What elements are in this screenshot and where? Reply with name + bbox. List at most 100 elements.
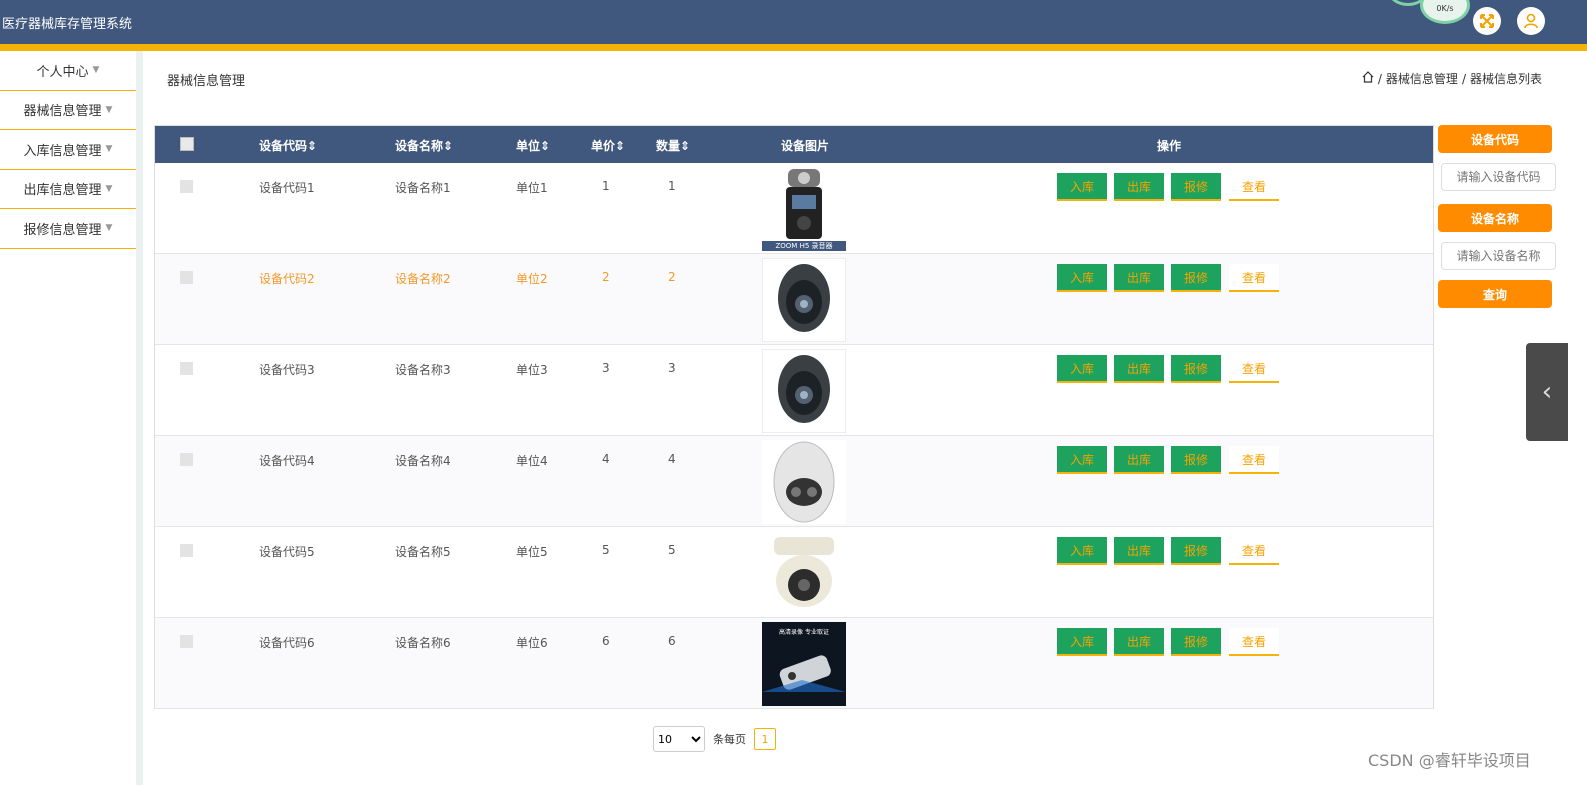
cell-qty: 2 (668, 270, 676, 284)
breadcrumb-separator: / (1377, 71, 1382, 86)
row-checkbox[interactable] (180, 635, 193, 648)
cell-name: 设备名称5 (395, 545, 451, 559)
cell-unit: 单位4 (516, 454, 548, 468)
home-icon[interactable] (1362, 71, 1374, 86)
thumb-caption: 高清录像 专业取证 (779, 628, 829, 636)
network-speed-text: 0K/s (1436, 4, 1454, 13)
sort-icon: ⇕ (615, 139, 626, 153)
cell-price: 3 (602, 361, 610, 375)
stock-out-button[interactable]: 出库 (1114, 446, 1164, 474)
sidebar-item-label: 报修信息管理 (23, 222, 102, 238)
table-body: 设备代码1 设备名称1 单位1 1 1 ZOOM H5 录音器 入库 出库 报修… (155, 163, 1433, 709)
sidebar-item-device-info[interactable]: 器械信息管理 ▼ (0, 91, 136, 130)
header-qty[interactable]: 数量⇕ (656, 137, 690, 154)
cell-name: 设备名称3 (395, 363, 451, 377)
cell-code: 设备代码3 (259, 363, 315, 377)
watermark: CSDN @睿轩毕设项目 (1368, 751, 1531, 770)
table-row: 设备代码2 设备名称2 单位2 2 2 入库 出库 报修 查看 (155, 254, 1433, 345)
sidebar-item-label: 个人中心 (36, 64, 89, 80)
view-button[interactable]: 查看 (1229, 173, 1279, 201)
header-actions: 操作 (1157, 139, 1182, 153)
cell-qty: 4 (668, 452, 676, 466)
cell-code: 设备代码2 (259, 272, 315, 286)
sidebar-item-label: 器械信息管理 (23, 104, 102, 120)
page-number[interactable]: 1 (754, 728, 776, 750)
repair-button[interactable]: 报修 (1171, 537, 1221, 565)
stock-in-button[interactable]: 入库 (1057, 355, 1107, 383)
name-search-input[interactable] (1441, 242, 1556, 270)
header-code[interactable]: 设备代码⇕ (259, 137, 317, 154)
select-all-checkbox[interactable] (180, 137, 194, 151)
stock-in-button[interactable]: 入库 (1057, 446, 1107, 474)
pagination: 10 条每页 1 (653, 726, 776, 752)
stock-out-button[interactable]: 出库 (1114, 628, 1164, 656)
cell-unit: 单位6 (516, 636, 548, 650)
view-button[interactable]: 查看 (1229, 628, 1279, 656)
breadcrumb-level2: 器械信息列表 (1469, 72, 1542, 86)
cell-price: 1 (602, 179, 610, 193)
breadcrumb: / 器械信息管理 / 器械信息列表 (1362, 70, 1542, 87)
stock-out-button[interactable]: 出库 (1114, 173, 1164, 201)
page-size-select[interactable]: 10 (653, 726, 705, 752)
app-title: 医疗器械库存管理系统 (2, 17, 133, 32)
view-button[interactable]: 查看 (1229, 264, 1279, 292)
sort-icon: ⇕ (443, 139, 454, 153)
cell-price: 5 (602, 543, 610, 557)
cell-qty: 1 (668, 179, 676, 193)
row-checkbox[interactable] (180, 453, 193, 466)
cell-code: 设备代码6 (259, 636, 315, 650)
stock-out-button[interactable]: 出库 (1114, 264, 1164, 292)
device-image (761, 348, 847, 434)
cell-qty: 3 (668, 361, 676, 375)
caret-down-icon: ▼ (105, 223, 113, 234)
header-unit[interactable]: 单位⇕ (516, 137, 550, 154)
cell-name: 设备名称6 (395, 636, 451, 650)
device-image: ZOOM H5 录音器 (762, 167, 846, 251)
table-row: 设备代码1 设备名称1 单位1 1 1 ZOOM H5 录音器 入库 出库 报修… (155, 163, 1433, 254)
row-checkbox[interactable] (180, 362, 193, 375)
repair-button[interactable]: 报修 (1171, 173, 1221, 201)
view-button[interactable]: 查看 (1229, 446, 1279, 474)
cell-price: 6 (602, 634, 610, 648)
view-button[interactable]: 查看 (1229, 355, 1279, 383)
device-image: 高清录像 专业取证 (762, 622, 846, 706)
query-button[interactable]: 查询 (1438, 280, 1552, 308)
collapse-panel-chevron-icon[interactable]: ‹ (1526, 343, 1568, 441)
top-bar (0, 0, 1587, 44)
name-search-label: 设备名称 (1438, 204, 1552, 232)
fullscreen-icon[interactable] (1473, 7, 1501, 35)
row-checkbox[interactable] (180, 544, 193, 557)
repair-button[interactable]: 报修 (1171, 264, 1221, 292)
sidebar-item-stock-out[interactable]: 出库信息管理 ▼ (0, 170, 136, 209)
header-name[interactable]: 设备名称⇕ (395, 137, 453, 154)
top-bar-stripe (0, 44, 1587, 51)
row-checkbox[interactable] (180, 180, 193, 193)
stock-out-button[interactable]: 出库 (1114, 355, 1164, 383)
repair-button[interactable]: 报修 (1171, 355, 1221, 383)
stock-in-button[interactable]: 入库 (1057, 264, 1107, 292)
sidebar-item-label: 出库信息管理 (23, 183, 102, 199)
code-search-input[interactable] (1441, 163, 1556, 191)
repair-button[interactable]: 报修 (1171, 628, 1221, 656)
view-button[interactable]: 查看 (1229, 537, 1279, 565)
stock-out-button[interactable]: 出库 (1114, 537, 1164, 565)
sidebar-item-stock-in[interactable]: 入库信息管理 ▼ (0, 130, 136, 170)
table-row: 设备代码5 设备名称5 单位5 5 5 入库 出库 报修 查看 (155, 527, 1433, 618)
table-header: 设备代码⇕ 设备名称⇕ 单位⇕ 单价⇕ 数量⇕ 设备图片 操作 (155, 126, 1433, 163)
device-image (761, 257, 847, 343)
caret-down-icon: ▼ (92, 65, 100, 76)
per-page-label: 条每页 (713, 733, 746, 746)
sidebar-item-repair[interactable]: 报修信息管理 ▼ (0, 209, 136, 249)
user-icon[interactable] (1517, 7, 1545, 35)
stock-in-button[interactable]: 入库 (1057, 537, 1107, 565)
repair-button[interactable]: 报修 (1171, 446, 1221, 474)
stock-in-button[interactable]: 入库 (1057, 628, 1107, 656)
sidebar-item-personal-center[interactable]: 个人中心 ▼ (0, 51, 136, 91)
cell-qty: 6 (668, 634, 676, 648)
row-checkbox[interactable] (180, 271, 193, 284)
stock-in-button[interactable]: 入库 (1057, 173, 1107, 201)
header-image: 设备图片 (781, 139, 830, 153)
breadcrumb-level1[interactable]: 器械信息管理 (1386, 70, 1458, 87)
cell-price: 2 (602, 270, 610, 284)
header-price[interactable]: 单价⇕ (591, 137, 625, 154)
